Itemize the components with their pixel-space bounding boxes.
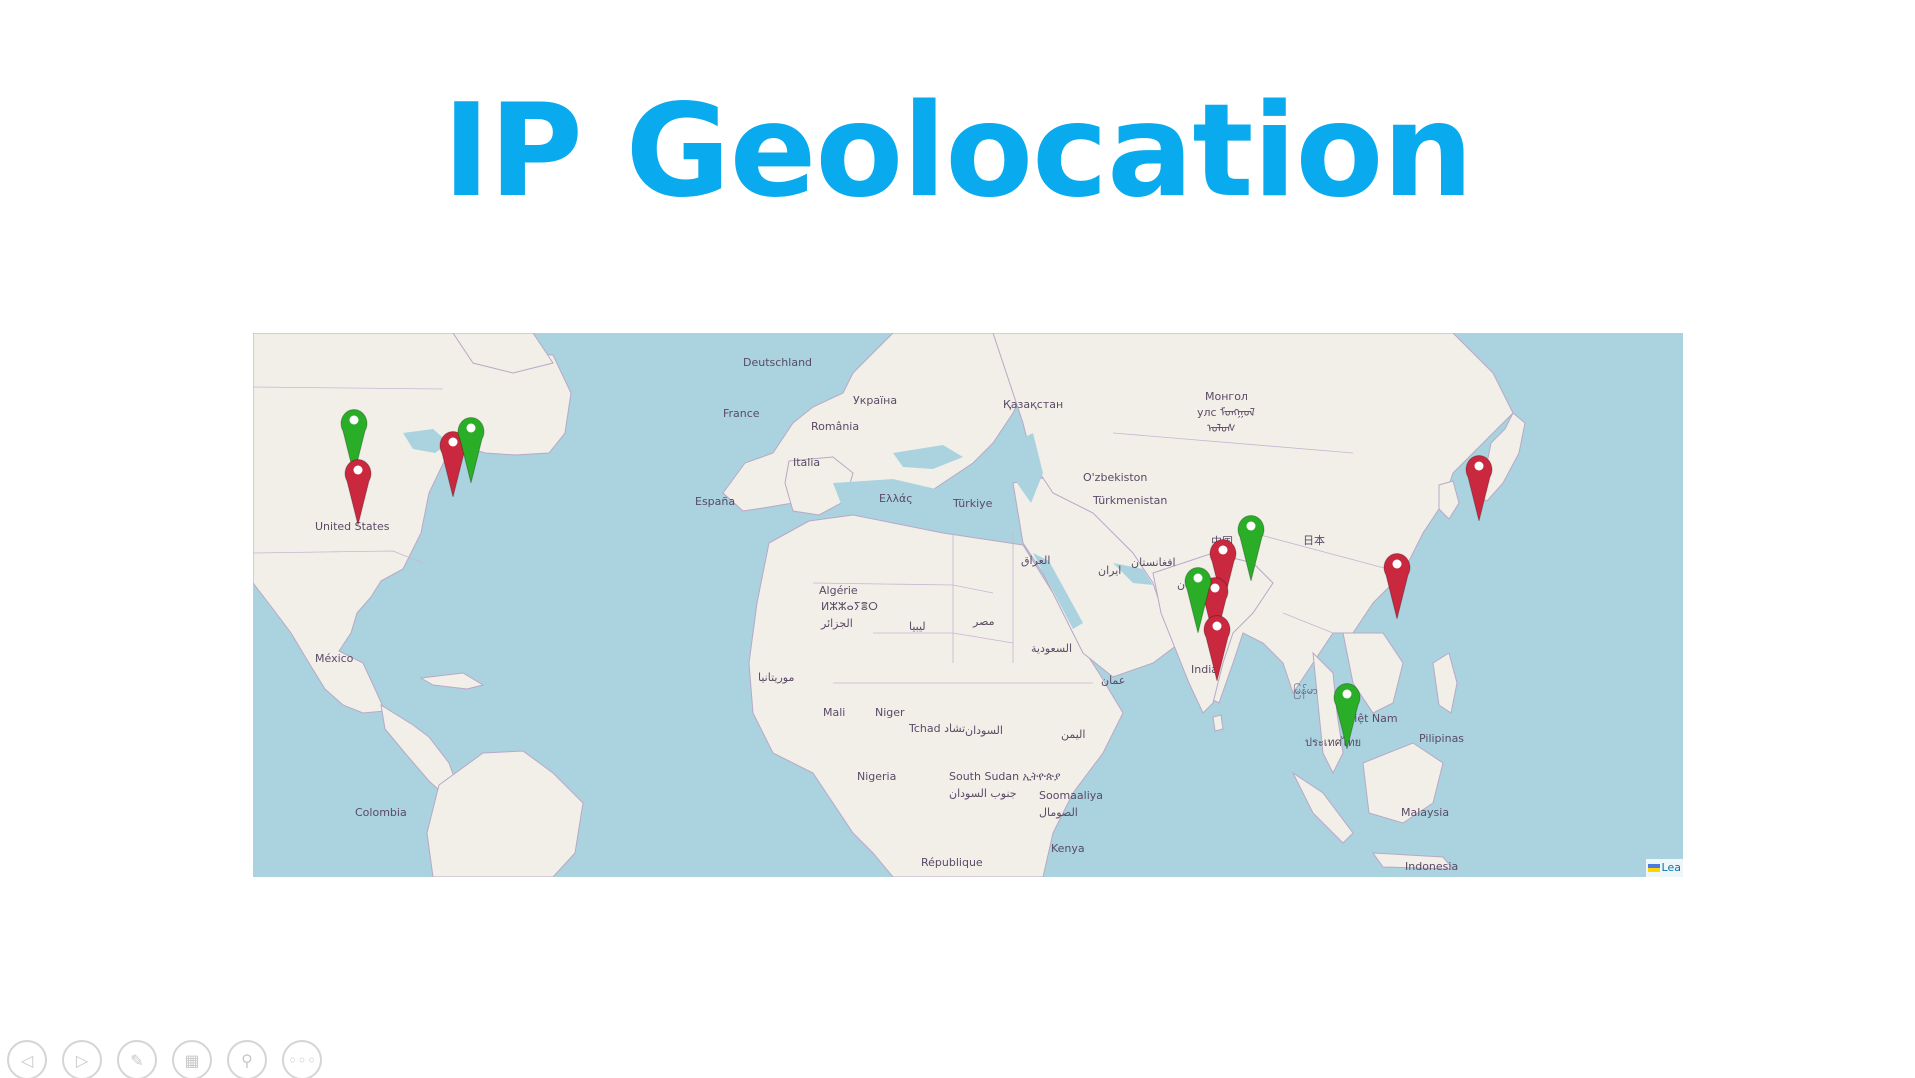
map-label: Italia xyxy=(793,456,821,469)
more-options-icon: ◦◦◦ xyxy=(287,1050,317,1070)
map-label: ᠤᠯᠤᠰ xyxy=(1207,422,1236,435)
map-label: Türkiye xyxy=(953,497,993,510)
land-korea xyxy=(1438,480,1460,520)
map-label: République xyxy=(921,856,983,869)
map-label: Ελλάς xyxy=(879,492,913,505)
map-label: Soomaaliya xyxy=(1039,789,1104,802)
map-label: South Sudan ኢትዮጵያ xyxy=(949,770,1061,783)
map-label: Türkmenistan xyxy=(1093,494,1168,507)
zoom-button[interactable]: ⚲ xyxy=(227,1040,267,1078)
ukraine-flag-icon xyxy=(1647,864,1660,872)
map-label: ایران xyxy=(1098,564,1122,577)
map-label: 日本 xyxy=(1303,534,1325,547)
map-label: Deutschland xyxy=(743,356,813,369)
map-label: موريتانيا xyxy=(758,671,795,684)
map-pin-icon xyxy=(1465,455,1493,521)
presentation-slide: IP Geolocation Deutschland France Україн… xyxy=(0,0,1915,1078)
map-marker-green[interactable] xyxy=(1237,511,1265,581)
map-marker-green[interactable] xyxy=(457,413,485,483)
zoom-icon: ⚲ xyxy=(241,1050,253,1070)
map-pin-icon xyxy=(1203,615,1231,681)
map-label: Nigeria xyxy=(857,770,897,783)
map-label: Pilipinas xyxy=(1419,732,1465,745)
map-label: Indonesia xyxy=(1405,860,1459,873)
map-pin-icon xyxy=(1333,683,1361,749)
map-label: السعودية xyxy=(1031,642,1073,655)
map-marker-red[interactable] xyxy=(1383,549,1411,619)
map-label: Malaysia xyxy=(1401,806,1450,819)
next-slide-button[interactable]: ▷ xyxy=(62,1040,102,1078)
previous-slide-button[interactable]: ◁ xyxy=(7,1040,47,1078)
land-philippines xyxy=(1432,652,1458,714)
map-pin-icon xyxy=(344,459,372,525)
land-sumatra xyxy=(1291,771,1354,844)
map-pin-icon xyxy=(457,417,485,483)
map-label: Tchad تشاد xyxy=(909,722,966,735)
next-slide-icon: ▷ xyxy=(75,1050,89,1070)
map-label: اليمن xyxy=(1061,728,1086,741)
map-label: العراق xyxy=(1021,554,1051,567)
map-label: Niger xyxy=(875,706,905,719)
map-label: Қазақстан xyxy=(1003,398,1064,411)
map-marker-red[interactable] xyxy=(344,455,372,525)
map-label: France xyxy=(723,407,760,420)
previous-slide-icon: ◁ xyxy=(20,1050,34,1070)
map-label: Mali xyxy=(823,706,846,719)
map-label: جنوب السودان xyxy=(949,787,1017,800)
map-label: Colombia xyxy=(355,806,407,819)
land-caribbean xyxy=(419,672,485,690)
map-label: улс ᠮᠣᠩᠭᠣᠯ xyxy=(1197,406,1255,419)
slides-overview-icon: ▦ xyxy=(184,1050,200,1070)
map-label: Algérie xyxy=(819,584,858,597)
map-label: O'zbekiston xyxy=(1083,471,1148,484)
map-label: عمان xyxy=(1101,674,1126,687)
map-marker-red[interactable] xyxy=(1465,451,1493,521)
map-label: România xyxy=(811,420,860,433)
map-label: မြန်မာ xyxy=(1293,684,1318,697)
slides-overview-button[interactable]: ▦ xyxy=(172,1040,212,1078)
map-marker-red[interactable] xyxy=(1203,611,1231,681)
map-label: السودان xyxy=(965,724,1003,737)
map-label: الصومال xyxy=(1039,806,1078,819)
land-north-america xyxy=(253,333,572,714)
map-marker-green[interactable] xyxy=(1333,679,1361,749)
map-attribution[interactable]: Lea xyxy=(1645,859,1683,877)
map-label: Україна xyxy=(853,394,898,407)
map-pin-icon xyxy=(1237,515,1265,581)
map-label: Монгол xyxy=(1205,390,1248,403)
pen-button[interactable]: ✎ xyxy=(117,1040,157,1078)
land-sri-lanka xyxy=(1212,714,1224,732)
world-map[interactable]: Deutschland France Україна România Қазақстан… xyxy=(253,333,1683,877)
map-label: Kenya xyxy=(1051,842,1085,855)
more-options-button[interactable]: ◦◦◦ xyxy=(282,1040,322,1078)
attribution-text[interactable]: Lea xyxy=(1662,859,1681,877)
pen-icon: ✎ xyxy=(130,1050,144,1070)
map-label: España xyxy=(695,495,736,508)
map-label: افغانستان xyxy=(1131,556,1176,569)
map-label: مصر xyxy=(973,615,995,628)
map-label: ليبيا xyxy=(909,620,926,633)
slideshow-toolbar: ◁ ▷ ✎ ▦ ⚲ ◦◦◦ xyxy=(7,1040,322,1078)
map-label: الجزائر xyxy=(821,617,853,630)
map-label: México xyxy=(315,652,354,665)
map-label: ⵍⵣⵣⴰⵢⴻⵔ xyxy=(821,600,878,613)
map-pin-icon xyxy=(1383,553,1411,619)
slide-title: IP Geolocation xyxy=(442,77,1474,226)
